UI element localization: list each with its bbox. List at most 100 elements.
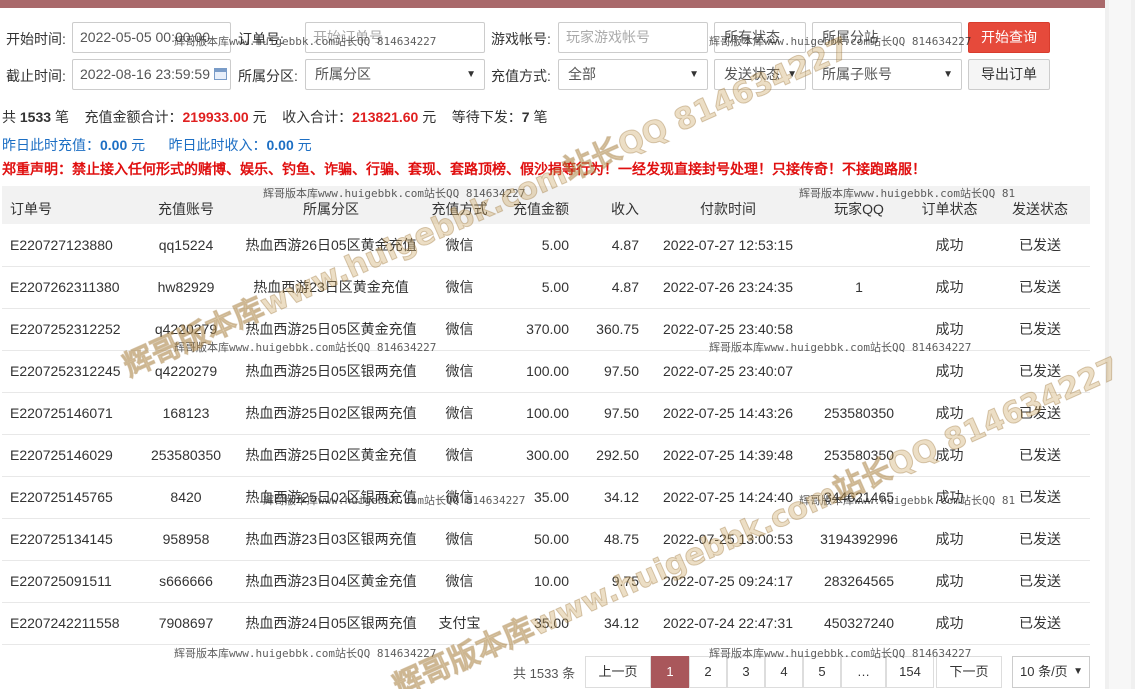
cell-income: 292.50 xyxy=(577,434,647,477)
cell-amount: 370.00 xyxy=(502,308,577,351)
prev-page-button[interactable]: 上一页 xyxy=(585,656,651,688)
col-pay-method[interactable]: 充值方式 xyxy=(417,186,502,224)
cell-amount: 35.00 xyxy=(502,602,577,645)
col-order-status[interactable]: 订单状态 xyxy=(909,186,990,224)
income-total: 213821.60 xyxy=(352,109,419,125)
cell-pay-method: 微信 xyxy=(417,434,502,477)
cell-order-status[interactable]: 成功 xyxy=(909,434,990,477)
cell-player-qq xyxy=(809,308,909,351)
cell-pay-method: 微信 xyxy=(417,392,502,435)
cell-order-status[interactable]: 成功 xyxy=(909,476,990,519)
cell-amount: 100.00 xyxy=(502,350,577,393)
cell-order-status[interactable]: 成功 xyxy=(909,602,990,645)
cell-send-status: 已发送 xyxy=(990,476,1090,519)
col-pay-time[interactable]: 付款时间 xyxy=(647,186,809,224)
substation-select[interactable]: 所属分站 xyxy=(812,22,962,53)
cell-order-status[interactable]: 成功 xyxy=(909,392,990,435)
cell-order-status[interactable]: 成功 xyxy=(909,350,990,393)
chevron-down-icon: ▼ xyxy=(466,69,476,80)
col-order-no[interactable]: 订单号 xyxy=(2,186,127,224)
page-ellipsis: … xyxy=(841,656,886,688)
cell-send-status: 已发送 xyxy=(990,602,1090,645)
cell-zone: 热血西游25日02区银两充值 xyxy=(245,392,417,435)
export-orders-button[interactable]: 导出订单 xyxy=(968,59,1050,90)
cell-player-qq xyxy=(809,224,909,267)
order-status-select[interactable]: 所有状态 xyxy=(714,22,806,53)
cell-player-qq: 344621465 xyxy=(809,476,909,519)
game-account-input[interactable]: 玩家游戏帐号 xyxy=(558,22,708,53)
cell-pay-time: 2022-07-25 14:24:40 xyxy=(647,476,809,519)
cell-account: qq15224 xyxy=(127,224,245,267)
cell-pay-time: 2022-07-25 23:40:58 xyxy=(647,308,809,351)
amount-total: 219933.00 xyxy=(182,109,249,125)
order-no-label: 订单号: xyxy=(238,31,284,47)
cell-player-qq: 253580350 xyxy=(809,434,909,477)
cell-player-qq: 3194392996 xyxy=(809,518,909,561)
cell-player-qq xyxy=(809,350,909,393)
cell-income: 34.12 xyxy=(577,476,647,519)
start-time-label: 开始时间: xyxy=(6,31,66,47)
col-zone[interactable]: 所属分区 xyxy=(245,186,417,224)
page-size-select[interactable]: 10 条/页 ▼ xyxy=(1012,656,1090,688)
scrollbar-thumb[interactable] xyxy=(1109,0,1131,689)
page-2-button[interactable]: 2 xyxy=(689,656,727,688)
cell-zone: 热血西游25日02区银两充值 xyxy=(245,476,417,519)
col-income[interactable]: 收入 xyxy=(577,186,647,224)
table-row: E220725145765 8420 热血西游25日02区银两充值 微信 35.00 34… xyxy=(2,476,1090,519)
cell-account: 253580350 xyxy=(127,434,245,477)
pending-count: 7 xyxy=(521,109,530,125)
cell-player-qq: 283264565 xyxy=(809,560,909,603)
cell-send-status: 已发送 xyxy=(990,560,1090,603)
send-status-select[interactable]: 发送状态 ▼ xyxy=(714,59,806,90)
table-row: E220725091511 s666666 热血西游23日04区黄金充值 微信 10.0… xyxy=(2,560,1090,603)
cell-income: 9.75 xyxy=(577,560,647,603)
zone-select[interactable]: 所属分区 ▼ xyxy=(305,59,485,90)
table-row: E2207242211558 7908697 热血西游24日05区银两充值 支付宝 35… xyxy=(2,602,1090,645)
calendar-icon[interactable] xyxy=(214,68,227,80)
pay-method-select[interactable]: 全部 ▼ xyxy=(558,59,708,90)
start-query-button[interactable]: 开始查询 xyxy=(968,22,1050,53)
cell-order-status[interactable]: 成功 xyxy=(909,308,990,351)
order-no-input[interactable]: 开始订单号 xyxy=(305,22,485,53)
last-page-button[interactable]: 154 xyxy=(886,656,934,688)
page-4-button[interactable]: 4 xyxy=(765,656,803,688)
cell-pay-method: 支付宝 xyxy=(417,602,502,645)
table-row: E2207252312252 q4220279 热血西游25日05区黄金充值 微信 37… xyxy=(2,308,1090,351)
disclaimer-notice: 郑重声明：禁止接入任何形式的赌博、娱乐、钓鱼、诈骗、行骗、套现、套路顶榜、假沙捐… xyxy=(2,161,926,177)
cell-order-status[interactable]: 成功 xyxy=(909,266,990,309)
cell-order-status[interactable]: 成功 xyxy=(909,560,990,603)
cell-zone: 热血西游23日03区银两充值 xyxy=(245,518,417,561)
col-send-status[interactable]: 发送状态 xyxy=(990,186,1090,224)
cell-pay-time: 2022-07-26 23:24:35 xyxy=(647,266,809,309)
page-5-button[interactable]: 5 xyxy=(803,656,841,688)
sub-account-select[interactable]: 所属子账号 ▼ xyxy=(812,59,962,90)
cell-income: 4.87 xyxy=(577,224,647,267)
cell-account: hw82929 xyxy=(127,266,245,309)
cell-order-status[interactable]: 成功 xyxy=(909,224,990,267)
cell-send-status: 已发送 xyxy=(990,434,1090,477)
cell-player-qq: 253580350 xyxy=(809,392,909,435)
cell-order-no: E220725146029 xyxy=(2,434,127,477)
start-time-input[interactable]: 2022-05-05 00:00:00 xyxy=(72,22,231,53)
end-time-input[interactable]: 2022-08-16 23:59:59 xyxy=(72,59,231,90)
cell-order-status[interactable]: 成功 xyxy=(909,518,990,561)
cell-amount: 5.00 xyxy=(502,266,577,309)
page-3-button[interactable]: 3 xyxy=(727,656,765,688)
cell-pay-method: 微信 xyxy=(417,308,502,351)
cell-amount: 35.00 xyxy=(502,476,577,519)
cell-pay-method: 微信 xyxy=(417,350,502,393)
cell-pay-time: 2022-07-25 13:00:53 xyxy=(647,518,809,561)
col-player-qq[interactable]: 玩家QQ xyxy=(809,186,909,224)
col-account[interactable]: 充值账号 xyxy=(127,186,245,224)
cell-order-no: E220727123880 xyxy=(2,224,127,267)
page-scrollbar[interactable] xyxy=(1105,0,1135,689)
yesterday-summary: 昨日此时充值：0.00 元 昨日此时收入：0.00 元 xyxy=(2,137,312,153)
next-page-button[interactable]: 下一页 xyxy=(936,656,1002,688)
col-amount[interactable]: 充值金额 xyxy=(502,186,577,224)
page-1-button[interactable]: 1 xyxy=(651,656,689,688)
cell-account: 958958 xyxy=(127,518,245,561)
cell-zone: 热血西游25日05区银两充值 xyxy=(245,350,417,393)
chevron-down-icon: ▼ xyxy=(943,69,953,80)
top-bar xyxy=(0,0,1105,8)
cell-amount: 100.00 xyxy=(502,392,577,435)
